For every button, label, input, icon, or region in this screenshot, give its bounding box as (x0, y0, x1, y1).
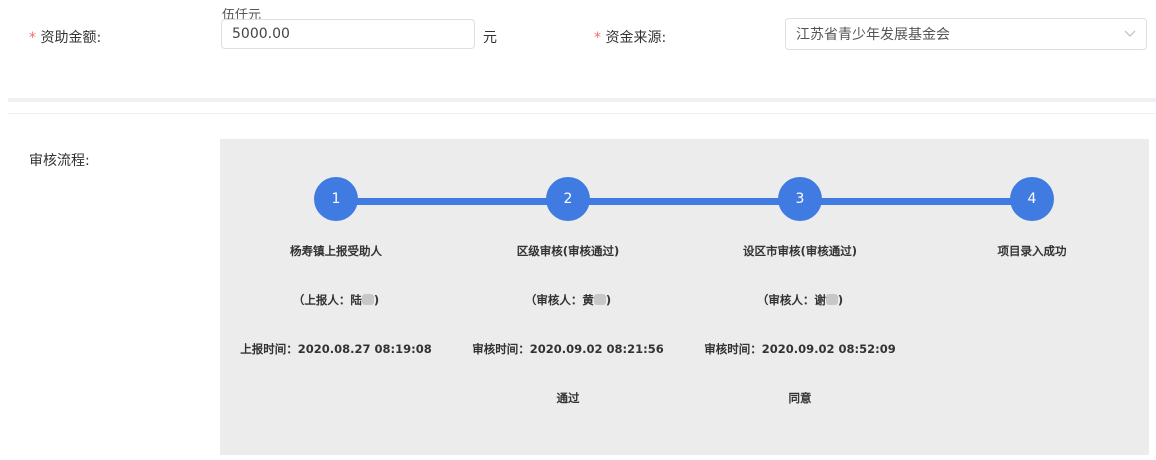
paren-close: ) (373, 293, 380, 307)
step-number: 4 (1027, 191, 1037, 207)
step-3-time: 审核时间：2020.09.02 08:52:09 (704, 342, 896, 356)
source-label: 资金来源: (605, 30, 667, 46)
fund-source-value: 江苏省青少年发展基金会 (796, 27, 950, 43)
step-3-circle: 3 (778, 177, 822, 221)
step-1-circle: 1 (314, 177, 358, 221)
paren-close: ) (837, 293, 844, 307)
amount-input[interactable]: 5000.00 (221, 19, 475, 49)
step-1-time: 上报时间：2020.08.27 08:19:08 (240, 342, 432, 356)
paren-close: ) (605, 293, 612, 307)
step-2-person: （审核人：黄) (453, 292, 683, 308)
step-2-circle: 2 (546, 177, 590, 221)
amount-label: 资助金额: (40, 30, 102, 46)
review-process-panel: 1 杨寿镇上报受助人 （上报人：陆) 上报时间：2020.08.27 08:19… (220, 139, 1149, 455)
section-divider-line (8, 113, 1156, 114)
progress-line (336, 198, 1033, 205)
redacted-name (825, 294, 838, 305)
step-number: 2 (563, 191, 573, 207)
amount-unit: 元 (483, 30, 497, 46)
section-divider (8, 98, 1156, 102)
amount-input-value: 5000.00 (232, 26, 290, 42)
step-number: 3 (795, 191, 805, 207)
step-4-circle: 4 (1010, 177, 1054, 221)
required-mark: * (594, 30, 601, 46)
source-label-group: * 资金来源: (594, 27, 666, 47)
step-2-remark: 通过 (556, 391, 580, 405)
step-2-title: 区级审核(审核通过) (516, 244, 620, 258)
redacted-name (593, 294, 606, 305)
step-3-remark: 同意 (788, 391, 812, 405)
step-2-person-text: （审核人：黄 (524, 293, 594, 307)
step-4-title: 项目录入成功 (997, 244, 1067, 258)
review-process-label: 审核流程: (29, 153, 90, 169)
step-1-person: （上报人：陆) (221, 292, 451, 308)
step-1-title: 杨寿镇上报受助人 (290, 244, 382, 258)
step-3-person-text: （审核人：谢 (756, 293, 826, 307)
step-3-person: （审核人：谢) (685, 292, 915, 308)
step-1-person-text: （上报人：陆 (292, 293, 362, 307)
step-2-time: 审核时间：2020.09.02 08:21:56 (472, 342, 664, 356)
step-number: 1 (331, 191, 341, 207)
amount-label-group: * 资助金额: (29, 27, 101, 47)
fund-source-select[interactable]: 江苏省青少年发展基金会 (785, 18, 1147, 50)
redacted-name (361, 294, 374, 305)
step-3-title: 设区市审核(审核通过) (742, 244, 857, 258)
required-mark: * (29, 30, 36, 46)
chevron-down-icon (1124, 30, 1136, 37)
